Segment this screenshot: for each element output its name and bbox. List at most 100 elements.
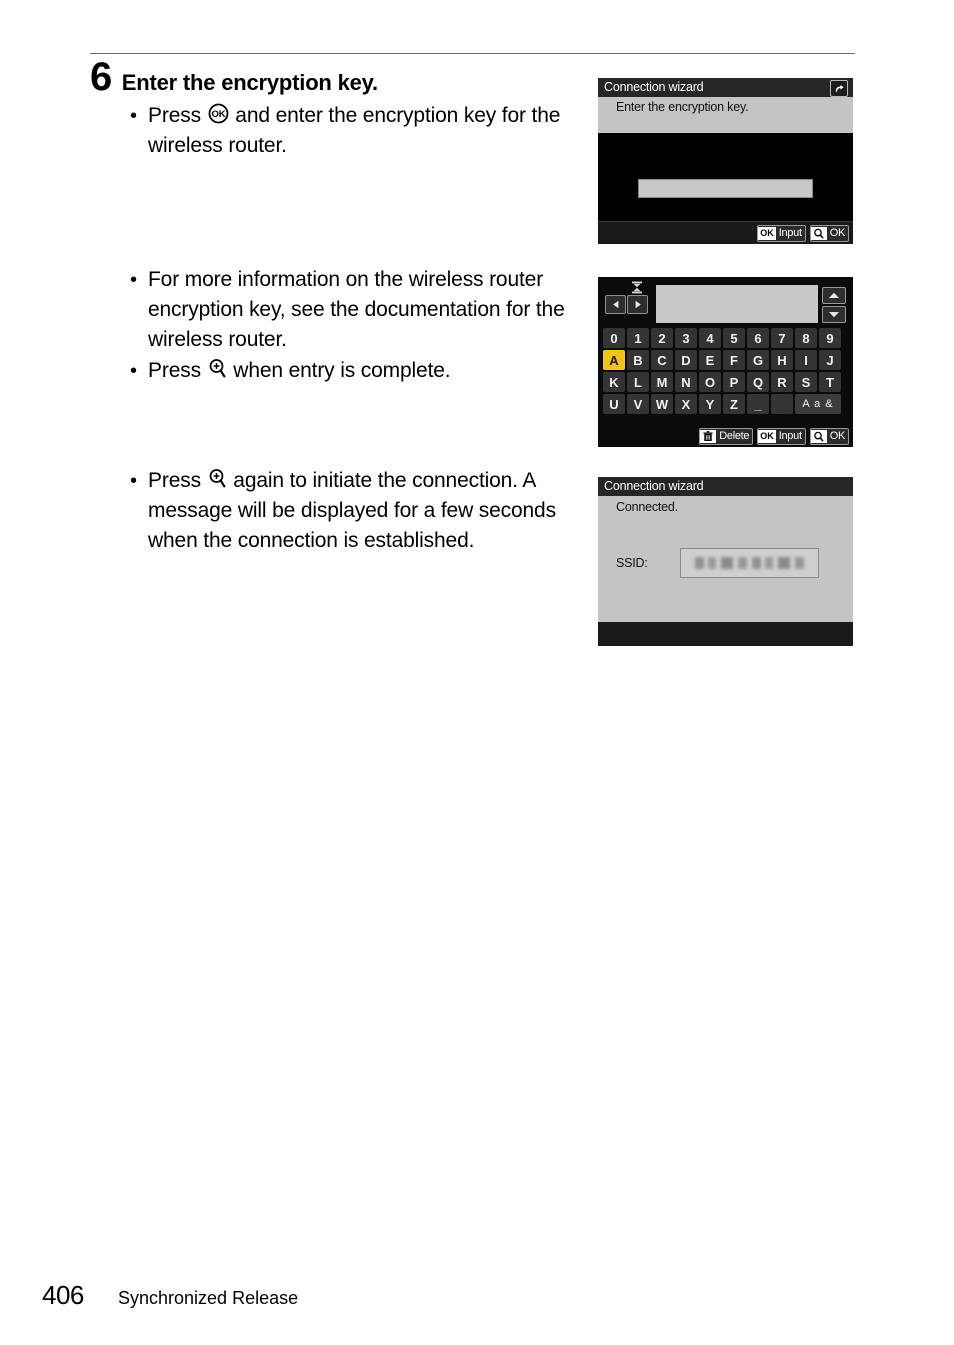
zoom-in-button-icon bbox=[208, 468, 227, 489]
key[interactable]: 2 bbox=[651, 328, 673, 348]
key[interactable]: M bbox=[651, 372, 673, 392]
keyboard-row-k-t: K L M N O P Q R S T bbox=[603, 372, 848, 392]
step-number: 6 bbox=[90, 55, 112, 99]
key[interactable]: 9 bbox=[819, 328, 841, 348]
ok-badge-icon: OK bbox=[758, 226, 776, 240]
bullet-text-after: when entry is complete. bbox=[227, 359, 451, 382]
key[interactable]: I bbox=[795, 350, 817, 370]
key[interactable]: N bbox=[675, 372, 697, 392]
key[interactable]: 4 bbox=[699, 328, 721, 348]
keyboard-text-field[interactable] bbox=[656, 285, 818, 323]
key[interactable]: H bbox=[771, 350, 793, 370]
hint-label: OK bbox=[829, 429, 846, 442]
key-selected[interactable]: A bbox=[603, 350, 625, 370]
keyboard-nav-column bbox=[603, 281, 653, 325]
bullet-text-before: Press bbox=[148, 469, 207, 492]
keyboard-scroll-buttons bbox=[822, 287, 848, 323]
ok-badge-icon: OK bbox=[758, 429, 776, 443]
svg-text:OK: OK bbox=[211, 109, 225, 120]
bullet-text-before: Press bbox=[148, 359, 207, 382]
hint-label: OK bbox=[829, 226, 846, 239]
running-head: Synchronized Release bbox=[118, 1288, 299, 1308]
screen1-titlebar: Connection wizard bbox=[598, 78, 853, 97]
step-title: Enter the encryption key. bbox=[121, 70, 378, 95]
bullet-text-before: Press bbox=[148, 104, 207, 127]
key[interactable]: 0 bbox=[603, 328, 625, 348]
screen1-message-bar: Enter the encryption key. bbox=[598, 97, 853, 133]
bullet-item: For more information on the wireless rou… bbox=[128, 265, 583, 355]
hint-delete[interactable]: Delete bbox=[699, 427, 754, 445]
ssid-row: SSID: bbox=[616, 548, 819, 578]
key[interactable]: E bbox=[699, 350, 721, 370]
arrow-up-icon[interactable] bbox=[822, 287, 846, 304]
camera-screen-keyboard: 0 1 2 3 4 5 6 7 8 9 A B C D E F G H I J … bbox=[598, 277, 853, 447]
key[interactable]: Z bbox=[723, 394, 745, 414]
trash-icon bbox=[700, 429, 717, 443]
screen2-footer: Delete OK Input OK bbox=[598, 425, 853, 447]
back-arrow-icon[interactable] bbox=[830, 80, 848, 97]
key[interactable]: 5 bbox=[723, 328, 745, 348]
keyboard-row-u-z: U V W X Y Z _ A a & bbox=[603, 394, 848, 414]
key[interactable]: T bbox=[819, 372, 841, 392]
hint-ok-input[interactable]: OK Input bbox=[757, 224, 806, 242]
key[interactable]: O bbox=[699, 372, 721, 392]
arrow-right-icon[interactable] bbox=[627, 295, 648, 314]
key[interactable]: F bbox=[723, 350, 745, 370]
key-character-mode[interactable]: A a & bbox=[795, 394, 841, 414]
arrow-left-icon[interactable] bbox=[605, 295, 626, 314]
key[interactable]: 8 bbox=[795, 328, 817, 348]
keyboard-row-a-j: A B C D E F G H I J bbox=[603, 350, 848, 370]
arrow-down-icon[interactable] bbox=[822, 306, 846, 323]
ssid-value-redacted bbox=[695, 557, 805, 569]
screen3-message: Connected. bbox=[616, 500, 678, 514]
key[interactable]: L bbox=[627, 372, 649, 392]
key[interactable]: W bbox=[651, 394, 673, 414]
hint-ok-input[interactable]: OK Input bbox=[757, 427, 806, 445]
keyboard-panel: 0 1 2 3 4 5 6 7 8 9 A B C D E F G H I J … bbox=[598, 277, 853, 447]
screen3-title: Connection wizard bbox=[604, 479, 704, 494]
screen3-body: Connected. SSID: bbox=[598, 496, 853, 622]
key[interactable]: Q bbox=[747, 372, 769, 392]
keyboard-cursor-arrows bbox=[605, 295, 648, 314]
keyboard-top-row bbox=[603, 281, 848, 325]
bullet-item: Press when entry is complete. bbox=[128, 356, 583, 386]
key[interactable]: G bbox=[747, 350, 769, 370]
key[interactable]: J bbox=[819, 350, 841, 370]
camera-screen-enter-key: Connection wizard Enter the encryption k… bbox=[598, 78, 853, 244]
key[interactable]: K bbox=[603, 372, 625, 392]
key-underscore[interactable]: _ bbox=[747, 394, 769, 414]
camera-screen-connected: Connection wizard Connected. SSID: bbox=[598, 477, 853, 646]
step-heading: 6 Enter the encryption key. bbox=[90, 57, 590, 97]
manual-page: 6 Enter the encryption key. Press OK and… bbox=[0, 0, 954, 1345]
key[interactable]: P bbox=[723, 372, 745, 392]
key[interactable]: 1 bbox=[627, 328, 649, 348]
key[interactable]: S bbox=[795, 372, 817, 392]
key[interactable]: V bbox=[627, 394, 649, 414]
screen3-footer bbox=[598, 622, 853, 646]
screen1-title: Connection wizard bbox=[604, 80, 704, 95]
key[interactable]: Y bbox=[699, 394, 721, 414]
key[interactable]: R bbox=[771, 372, 793, 392]
key[interactable]: X bbox=[675, 394, 697, 414]
key[interactable]: U bbox=[603, 394, 625, 414]
hint-zoom-ok[interactable]: OK bbox=[809, 427, 849, 445]
bullet-text: For more information on the wireless rou… bbox=[148, 268, 565, 351]
key[interactable]: D bbox=[675, 350, 697, 370]
encryption-key-input[interactable] bbox=[638, 179, 813, 198]
key[interactable]: C bbox=[651, 350, 673, 370]
bullet-group-3: Press again to initiate the connection. … bbox=[128, 466, 583, 556]
key[interactable]: 7 bbox=[771, 328, 793, 348]
header-rule bbox=[90, 53, 855, 54]
keyboard-key-rows: 0 1 2 3 4 5 6 7 8 9 A B C D E F G H I J … bbox=[603, 328, 848, 414]
key-space[interactable] bbox=[771, 394, 793, 414]
hint-zoom-ok[interactable]: OK bbox=[809, 224, 849, 242]
key[interactable]: 6 bbox=[747, 328, 769, 348]
key[interactable]: B bbox=[627, 350, 649, 370]
bullet-group-2: For more information on the wireless rou… bbox=[128, 265, 583, 386]
magnifier-icon bbox=[810, 429, 827, 443]
key[interactable]: 3 bbox=[675, 328, 697, 348]
magnifier-icon bbox=[810, 226, 827, 240]
step-heading-block: 6 Enter the encryption key. bbox=[90, 57, 590, 97]
zoom-in-button-icon bbox=[208, 358, 227, 379]
bullet-group-1: Press OK and enter the encryption key fo… bbox=[128, 101, 583, 161]
